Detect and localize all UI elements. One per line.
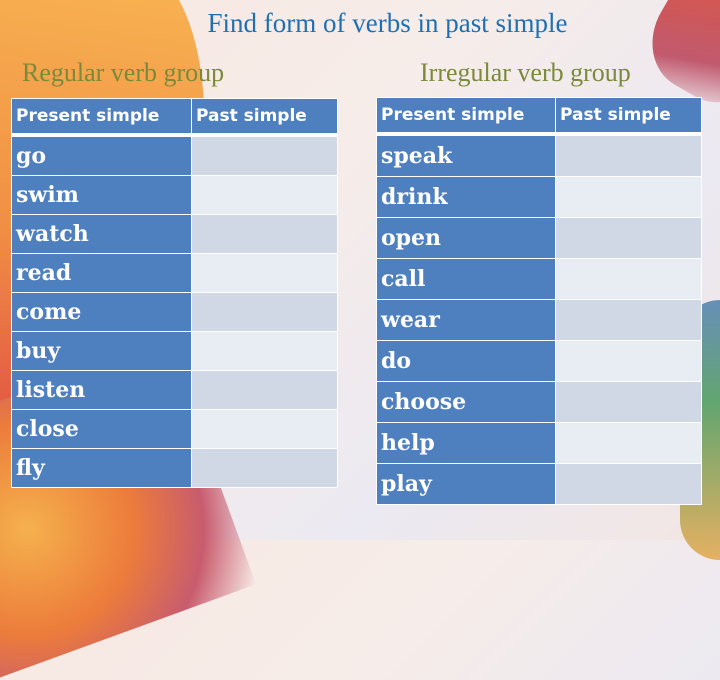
present-simple-cell: speak	[376, 133, 556, 177]
irregular-verbs-table: Present simple Past simple speak drink ope…	[376, 97, 702, 505]
past-simple-cell[interactable]	[555, 299, 702, 341]
present-simple-cell: drink	[376, 176, 556, 218]
past-simple-cell[interactable]	[555, 422, 702, 464]
table-row: choose	[376, 381, 702, 423]
past-simple-cell[interactable]	[555, 133, 702, 177]
present-simple-cell: call	[376, 258, 556, 300]
table-row: open	[376, 217, 702, 259]
header-past-simple: Past simple	[191, 98, 338, 136]
past-simple-cell[interactable]	[191, 409, 338, 449]
past-simple-cell[interactable]	[191, 253, 338, 293]
table-row: read	[11, 253, 338, 293]
table-row: swim	[11, 175, 338, 215]
present-simple-cell: come	[11, 292, 192, 332]
present-simple-cell: go	[11, 134, 192, 176]
header-present-simple: Present simple	[11, 98, 192, 136]
table-row: close	[11, 409, 338, 449]
past-simple-cell[interactable]	[555, 258, 702, 300]
present-simple-cell: do	[376, 340, 556, 382]
past-simple-cell[interactable]	[555, 176, 702, 218]
present-simple-cell: close	[11, 409, 192, 449]
present-simple-cell: watch	[11, 214, 192, 254]
table-row: fly	[11, 448, 338, 488]
present-simple-cell: play	[376, 463, 556, 505]
table-row: do	[376, 340, 702, 382]
present-simple-cell: buy	[11, 331, 192, 371]
present-simple-cell: swim	[11, 175, 192, 215]
slide-title: Find form of verbs in past simple	[207, 8, 568, 38]
table-row: help	[376, 422, 702, 464]
present-simple-cell: fly	[11, 448, 192, 488]
regular-group-label: Regular verb group	[22, 58, 225, 87]
table-header-row: Present simple Past simple	[11, 98, 338, 136]
past-simple-cell[interactable]	[555, 340, 702, 382]
present-simple-cell: choose	[376, 381, 556, 423]
table-header-row: Present simple Past simple	[376, 97, 702, 135]
table-row: buy	[11, 331, 338, 371]
past-simple-cell[interactable]	[191, 331, 338, 371]
past-simple-cell[interactable]	[191, 448, 338, 488]
table-row: come	[11, 292, 338, 332]
irregular-group-label: Irregular verb group	[420, 58, 631, 87]
table-row: go	[11, 134, 338, 176]
header-past-simple: Past simple	[555, 97, 702, 135]
past-simple-cell[interactable]	[191, 134, 338, 176]
past-simple-cell[interactable]	[555, 463, 702, 505]
past-simple-cell[interactable]	[555, 217, 702, 259]
table-row: call	[376, 258, 702, 300]
table-row: drink	[376, 176, 702, 218]
present-simple-cell: listen	[11, 370, 192, 410]
table-row: speak	[376, 133, 702, 177]
past-simple-cell[interactable]	[191, 370, 338, 410]
table-row: wear	[376, 299, 702, 341]
present-simple-cell: open	[376, 217, 556, 259]
header-present-simple: Present simple	[376, 97, 556, 135]
past-simple-cell[interactable]	[555, 381, 702, 423]
regular-verbs-table: Present simple Past simple go swim watch re…	[11, 98, 338, 488]
past-simple-cell[interactable]	[191, 175, 338, 215]
table-row: listen	[11, 370, 338, 410]
table-row: play	[376, 463, 702, 505]
present-simple-cell: read	[11, 253, 192, 293]
present-simple-cell: wear	[376, 299, 556, 341]
table-row: watch	[11, 214, 338, 254]
past-simple-cell[interactable]	[191, 292, 338, 332]
past-simple-cell[interactable]	[191, 214, 338, 254]
present-simple-cell: help	[376, 422, 556, 464]
